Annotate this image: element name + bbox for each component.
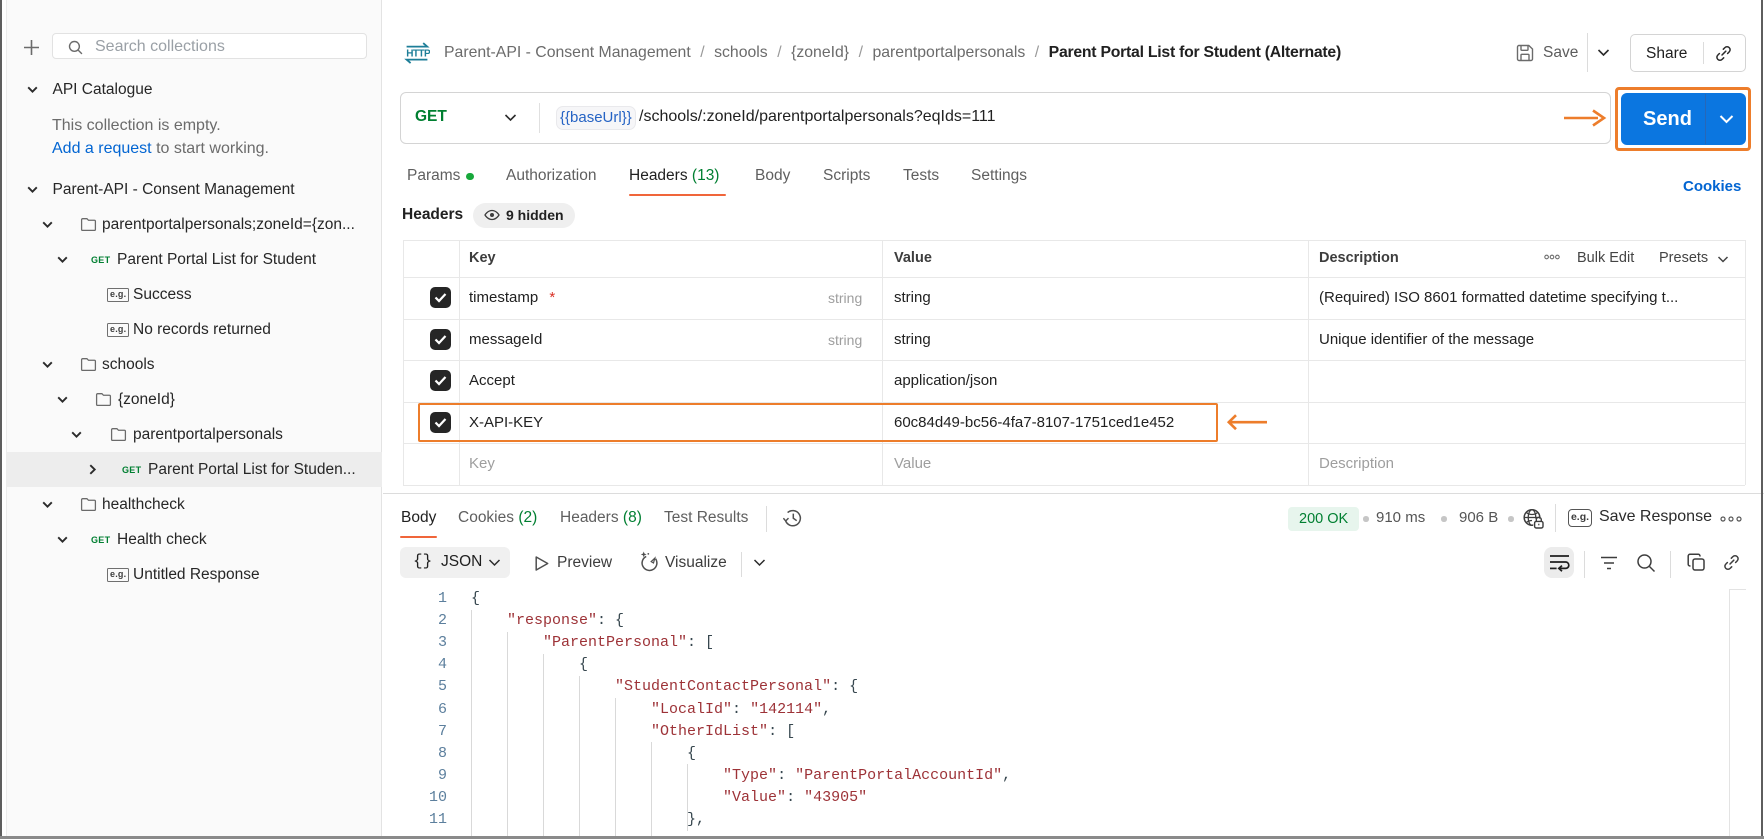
svg-text:HTTP: HTTP	[406, 49, 430, 60]
